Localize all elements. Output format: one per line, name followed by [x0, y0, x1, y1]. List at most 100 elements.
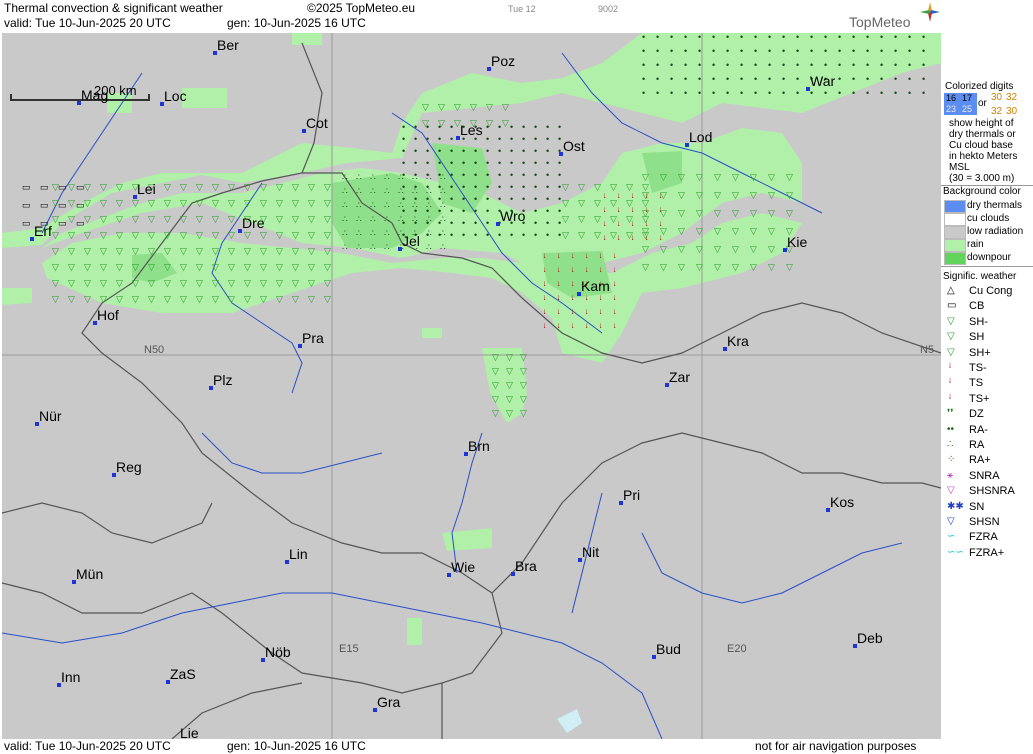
rain-symbol-icon: •: [510, 182, 514, 192]
rain-symbol-icon: •: [450, 194, 454, 204]
thunderstorm-symbol-icon: ᛍ: [542, 280, 548, 290]
rain-symbol-icon: ∴: [384, 214, 390, 224]
shower-symbol-icon: ▽: [678, 226, 685, 236]
rain-symbol-icon: •: [726, 74, 730, 84]
rain-symbol-icon: •: [866, 46, 870, 56]
rain-symbol-icon: •: [838, 46, 842, 56]
rain-symbol-icon: ∴: [356, 228, 362, 238]
shower-symbol-icon: ▽: [148, 246, 155, 256]
rain-symbol-icon: •: [498, 170, 502, 180]
shower-symbol-icon: ▽: [84, 262, 91, 272]
shower-symbol-icon: ▽: [196, 198, 203, 208]
shower-symbol-icon: ▽: [116, 246, 123, 256]
grid-label-e20: E20: [727, 643, 747, 655]
thunderstorm-symbol-icon: ᛍ: [570, 322, 576, 332]
legend-wx-label: RA-: [969, 423, 988, 436]
thunderstorm-symbol-icon: ᛍ: [612, 280, 618, 290]
shower-symbol-icon: ▽: [324, 278, 331, 288]
shower-symbol-icon: ▽: [276, 182, 283, 192]
city-label: Plz: [213, 372, 233, 388]
shower-symbol-icon: ▽: [578, 230, 585, 240]
shower-symbol-icon: ▽: [228, 214, 235, 224]
shower-symbol-icon: ▽: [714, 244, 721, 254]
city-label: Bra: [515, 558, 537, 574]
city-label: ZaS: [170, 666, 196, 682]
legend-colorized-title: Colorized digits: [945, 81, 1014, 92]
shower-symbol-icon: ▽: [68, 230, 75, 240]
rain-symbol-icon: •: [894, 46, 898, 56]
legend-wx-symbol-icon: ▭: [947, 300, 957, 312]
rain-symbol-icon: •: [880, 46, 884, 56]
shower-symbol-icon: ▽: [324, 198, 331, 208]
shower-symbol-icon: ▽: [626, 182, 633, 192]
weather-map[interactable]: ▽ ▽ ▽ ▽ ▽ ▽ ▽ ▽ ▽ ▽ ▽ ▽ ▽ ▽ ▽ ▽ ▽ ▽ ▽ ▽ ▽ ▽ ▽ ▽ ▽ ▽ ▽ ▽ ▽ ▽ ▽ ▽ ▽ ▽ ▽ ▽ ▽ ▽ ▽ ▽…: [2, 33, 941, 739]
city-label: Reg: [116, 459, 142, 475]
thunderstorm-symbol-icon: ᛍ: [602, 206, 608, 216]
rain-symbol-icon: •: [462, 146, 466, 156]
rain-symbol-icon: •: [754, 88, 758, 98]
shower-symbol-icon: ▽: [678, 208, 685, 218]
rain-symbol-icon: •: [510, 158, 514, 168]
thunderstorm-symbol-icon: ᛍ: [658, 220, 664, 230]
shower-symbol-icon: ▽: [84, 182, 91, 192]
city-label: Inn: [61, 669, 81, 685]
shower-symbol-icon: ▽: [212, 214, 219, 224]
thunderstorm-symbol-icon: ᛍ: [658, 192, 664, 202]
shower-symbol-icon: ▽: [212, 294, 219, 304]
rain-symbol-icon: ∴: [342, 172, 348, 182]
rain-symbol-icon: ∴: [398, 172, 404, 182]
rain-symbol-icon: •: [838, 88, 842, 98]
legend-wx-symbol-icon: ▽: [947, 516, 955, 527]
rain-symbol-icon: ∴: [356, 172, 362, 182]
thunderstorm-symbol-icon: ᛍ: [630, 220, 636, 230]
shower-symbol-icon: ▽: [228, 246, 235, 256]
rain-symbol-icon: •: [642, 60, 646, 70]
rain-symbol-icon: ∴: [384, 186, 390, 196]
header: Thermal convection & significant weather…: [0, 0, 1033, 33]
thunderstorm-symbol-icon: ᛍ: [584, 308, 590, 318]
rain-symbol-icon: •: [810, 88, 814, 98]
rain-symbol-icon: •: [474, 146, 478, 156]
map-title: Thermal convection & significant weather: [4, 1, 223, 15]
thunderstorm-symbol-icon: ᛍ: [556, 266, 562, 276]
cb-symbol-icon: ▭: [58, 218, 67, 228]
rain-symbol-icon: •: [642, 46, 646, 56]
shower-symbol-icon: ▽: [610, 182, 617, 192]
shower-symbol-icon: ▽: [660, 172, 667, 182]
thunderstorm-symbol-icon: ᛍ: [644, 206, 650, 216]
rain-symbol-icon: •: [462, 206, 466, 216]
shower-symbol-icon: ▽: [292, 246, 299, 256]
city-label: Loc: [164, 88, 187, 104]
rain-symbol-icon: •: [498, 182, 502, 192]
legend-swatch: [944, 226, 966, 239]
rain-symbol-icon: ∴: [342, 200, 348, 210]
rain-symbol-icon: •: [462, 230, 466, 240]
rain-symbol-icon: •: [740, 88, 744, 98]
thunderstorm-symbol-icon: ᛍ: [542, 322, 548, 332]
shower-symbol-icon: ▽: [768, 244, 775, 254]
rain-symbol-icon: •: [558, 134, 562, 144]
shower-symbol-icon: ▽: [212, 198, 219, 208]
shower-symbol-icon: ▽: [132, 230, 139, 240]
shower-symbol-icon: ▽: [520, 380, 527, 390]
rain-symbol-icon: •: [414, 158, 418, 168]
rain-symbol-icon: •: [486, 218, 490, 228]
rain-symbol-icon: •: [740, 46, 744, 56]
thunderstorm-symbol-icon: ᛍ: [602, 192, 608, 202]
rain-symbol-icon: ∴: [384, 200, 390, 210]
shower-symbol-icon: ▽: [502, 118, 509, 128]
legend-wx-label: TS+: [969, 392, 990, 405]
city-label: Poz: [491, 53, 516, 69]
thunderstorm-symbol-icon: ᛍ: [598, 252, 604, 262]
rain-symbol-icon: ∴: [412, 200, 418, 210]
shower-symbol-icon: ▽: [750, 262, 757, 272]
thunderstorm-symbol-icon: ᛍ: [542, 266, 548, 276]
city-label: Deb: [857, 630, 883, 646]
rain-symbol-icon: •: [450, 230, 454, 240]
rain-symbol-icon: •: [498, 230, 502, 240]
rain-symbol-icon: •: [450, 134, 454, 144]
shower-symbol-icon: ▽: [714, 226, 721, 236]
thunderstorm-symbol-icon: ᛍ: [616, 192, 622, 202]
rain-symbol-icon: •: [726, 88, 730, 98]
legend-wx-symbol-icon: ▽: [947, 331, 955, 343]
